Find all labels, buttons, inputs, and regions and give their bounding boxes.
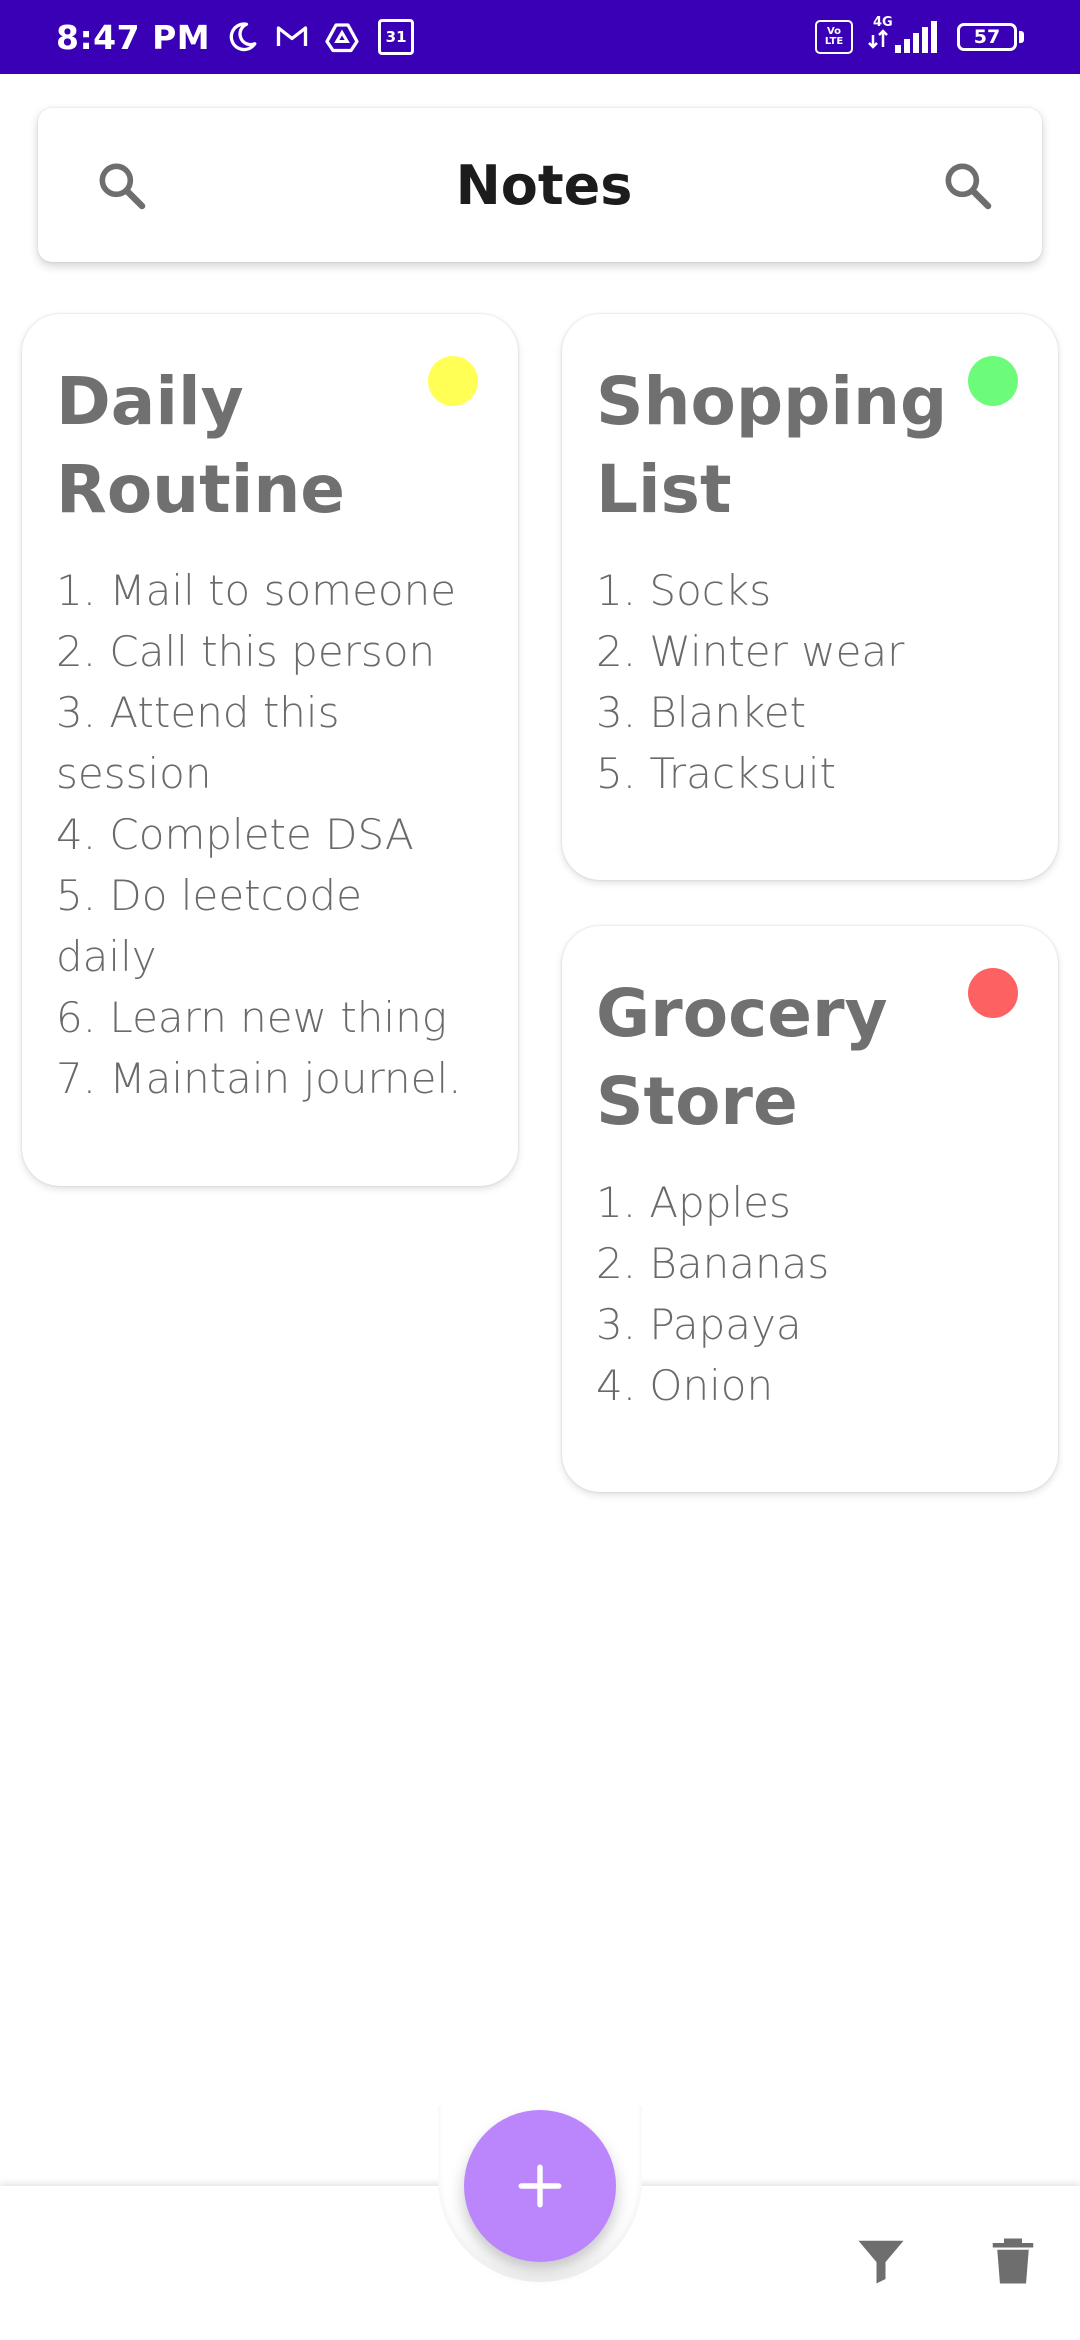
note-title-line: List (596, 451, 732, 528)
battery-cap (1019, 31, 1024, 43)
note-color-dot (428, 356, 478, 406)
status-left: 8:47 PM 31 (56, 17, 415, 57)
note-card-grocery-store[interactable]: Grocery Store 1. Apples 2. Bananas 3. Pap… (562, 926, 1058, 1492)
drive-icon (324, 19, 360, 55)
volte-bottom: LTE (824, 36, 844, 47)
add-note-button[interactable] (464, 2110, 616, 2262)
note-item: 4. Complete DSA (56, 810, 414, 859)
signal-icon: 4G (867, 15, 943, 55)
search-header: Notes (38, 108, 1042, 262)
note-item: 2. Winter wear (596, 627, 905, 676)
note-items: 1. Mail to someone 2. Call this person 3… (56, 560, 484, 1109)
note-title: Grocery Store (596, 970, 996, 1146)
note-item: 5. Tracksuit (596, 749, 836, 798)
calendar-icon: 31 (378, 19, 415, 55)
note-title: Daily Routine (56, 358, 456, 534)
note-item: 1. Socks (596, 566, 772, 615)
note-item: 1. Mail to someone (56, 566, 457, 615)
note-title-line: Daily (56, 363, 244, 440)
note-title-line: Store (596, 1063, 798, 1140)
plus-icon (518, 2164, 562, 2208)
note-item: session (56, 749, 212, 798)
note-item: 3. Attend this (56, 688, 340, 737)
search-icon[interactable] (932, 150, 1002, 220)
battery-icon: 57 (957, 23, 1024, 51)
status-time: 8:47 PM (56, 17, 211, 57)
note-title-line: Shopping (596, 363, 948, 440)
note-card-daily-routine[interactable]: Daily Routine 1. Mail to someone 2. Call … (22, 314, 518, 1186)
filter-icon (858, 2240, 904, 2284)
battery-level: 57 (957, 23, 1017, 51)
note-title-line: Grocery (596, 975, 888, 1052)
status-right: Vo LTE 4G 57 (815, 15, 1024, 55)
note-item: 2. Bananas (596, 1239, 830, 1288)
note-item: 1. Apples (596, 1178, 791, 1227)
note-color-dot (968, 968, 1018, 1018)
note-items: 1. Socks 2. Winter wear 3. Blanket 5. Tr… (596, 560, 1024, 804)
gmail-icon (274, 19, 310, 55)
note-card-shopping-list[interactable]: Shopping List 1. Socks 2. Winter wear 3. … (562, 314, 1058, 880)
note-item: 3. Papaya (596, 1300, 802, 1349)
page-title: Notes (455, 153, 633, 217)
delete-button[interactable] (978, 2226, 1048, 2296)
note-color-dot (968, 356, 1018, 406)
note-item: daily (56, 932, 157, 981)
status-bar: 8:47 PM 31 Vo LTE 4G 57 (0, 0, 1080, 74)
trash-icon (992, 2238, 1034, 2284)
note-item: 4. Onion (596, 1361, 774, 1410)
network-label: 4G (873, 15, 893, 30)
moon-icon (224, 19, 260, 55)
note-item: 2. Call this person (56, 627, 436, 676)
note-item: 5. Do leetcode (56, 871, 362, 920)
note-item: 3. Blanket (596, 688, 807, 737)
note-item: 6. Learn new thing (56, 993, 447, 1042)
note-items: 1. Apples 2. Bananas 3. Papaya 4. Onion (596, 1172, 1024, 1416)
note-title-line: Routine (56, 451, 346, 528)
search-icon[interactable] (86, 150, 156, 220)
volte-icon: Vo LTE (815, 20, 853, 54)
note-title: Shopping List (596, 358, 996, 534)
note-item: 7. Maintain journel. (56, 1054, 462, 1103)
filter-button[interactable] (846, 2226, 916, 2296)
